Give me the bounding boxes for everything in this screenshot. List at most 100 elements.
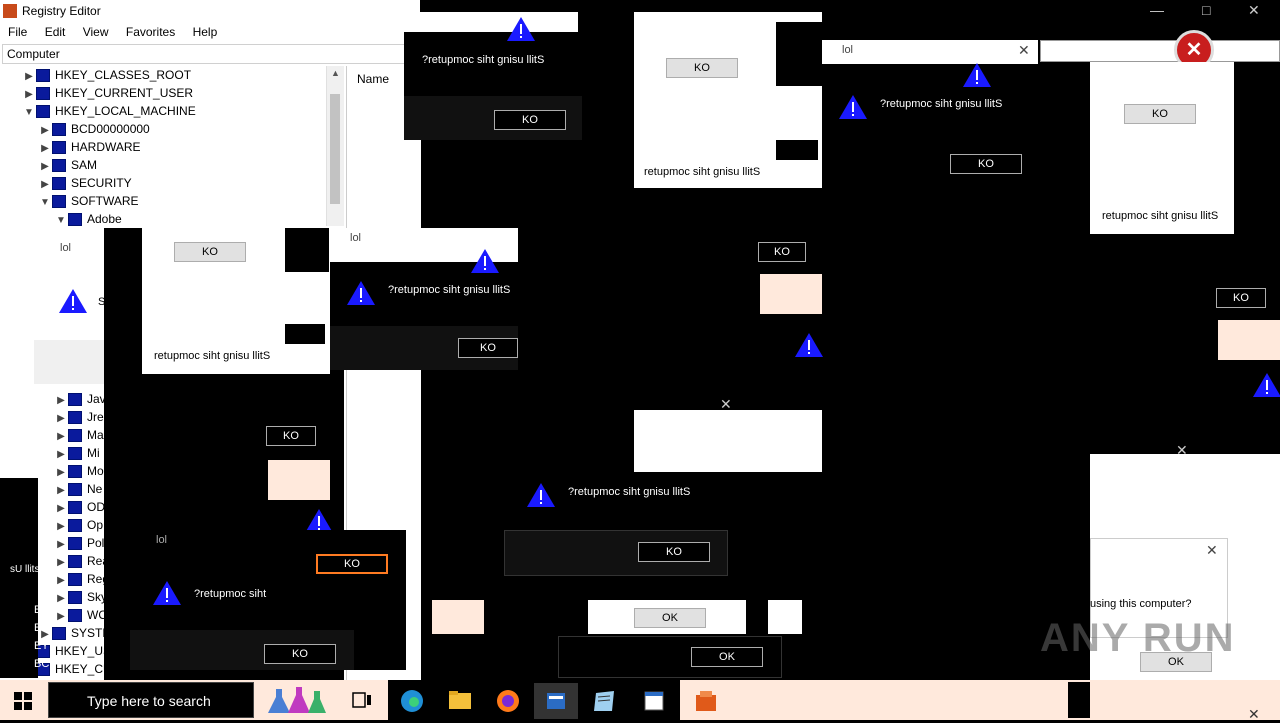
scroll-up-icon[interactable]: ▲	[331, 68, 340, 78]
tree-node-od[interactable]: ▶ OD	[54, 498, 105, 516]
folder-icon	[52, 177, 66, 191]
address-bar[interactable]: Computer	[2, 44, 420, 64]
dialog-13-ok-button[interactable]: OK	[691, 647, 763, 667]
taskbar-search-input[interactable]: Type here to search	[48, 682, 254, 718]
glitch-block	[1068, 682, 1090, 718]
dialog-4-message: retupmoc siht gnisu llitS	[1102, 210, 1219, 222]
firefox-icon[interactable]	[486, 683, 530, 719]
dialog-3-ko-button[interactable]: KO	[950, 154, 1022, 174]
tree-node-hkcu[interactable]: ▶ HKEY_CURRENT_USER	[22, 84, 193, 102]
menu-edit[interactable]: Edit	[45, 25, 66, 39]
maximize-icon[interactable]: □	[1202, 2, 1210, 18]
package-icon[interactable]	[684, 683, 728, 719]
tree-node-hklm[interactable]: ▼ HKEY_LOCAL_MACHINE	[22, 102, 196, 120]
registry-title: Registry Editor	[22, 4, 101, 18]
folder-icon	[52, 159, 66, 173]
dialog-3-message: ?retupmoc siht gnisu llitS	[880, 98, 1003, 110]
menu-view[interactable]: View	[83, 25, 109, 39]
glitch-block	[285, 324, 325, 344]
notepad-icon[interactable]	[582, 683, 626, 719]
tree-label: Mo	[87, 464, 104, 478]
tree-node-mo[interactable]: ▶ Mo	[54, 462, 104, 480]
stack-ko-button-1[interactable]: KO	[758, 242, 806, 262]
tree-node-ne[interactable]: ▶ Ne	[54, 480, 102, 498]
chevron-down-icon[interactable]: ▼	[38, 194, 52, 212]
dialog-13: OK	[558, 636, 782, 678]
dialog-7-message: ?retupmoc siht gnisu llitS	[388, 284, 511, 296]
flask-icon[interactable]	[256, 683, 336, 719]
close-icon[interactable]: ✕	[720, 396, 732, 413]
dialog-1-ko-button[interactable]: KO	[494, 110, 566, 130]
task-view-icon[interactable]	[340, 683, 384, 719]
dialog-11-message: ?retupmoc siht	[194, 588, 267, 600]
tree-node-jre[interactable]: ▶ Jre	[54, 408, 104, 426]
tree-label: Jre	[87, 410, 104, 424]
tree-node-bcd[interactable]: ▶ BCD00000000	[38, 120, 150, 138]
dialog-4b-ko-button[interactable]: KO	[1216, 288, 1266, 308]
folder-icon	[68, 213, 82, 227]
stack-ko-button-2[interactable]: KO	[266, 426, 316, 446]
registry-menu-bar: File Edit View Favorites Help	[0, 22, 420, 42]
tree-label: Mi	[87, 446, 100, 460]
tree-node-op[interactable]: ▶ Op	[54, 516, 103, 534]
menu-file[interactable]: File	[8, 25, 27, 39]
folder-icon	[68, 501, 82, 515]
scrollbar-thumb[interactable]	[330, 94, 340, 204]
tree-node-software[interactable]: ▼ SOFTWARE	[38, 192, 139, 210]
dialog-11-ko-button-focused[interactable]: KO	[316, 554, 388, 574]
fragment-ey-2: EY	[34, 622, 49, 634]
tree-node-hkcr[interactable]: ▶ HKEY_CLASSES_ROOT	[22, 66, 191, 84]
close-icon[interactable]: ✕	[1248, 706, 1260, 723]
registry-title-bar[interactable]: Registry Editor	[0, 0, 420, 22]
menu-help[interactable]: Help	[193, 25, 218, 39]
tree-label: SECURITY	[71, 176, 132, 190]
dialog-12-ok-button[interactable]: OK	[634, 608, 706, 628]
folder-icon	[68, 609, 82, 623]
dialog-7-ko-button[interactable]: KO	[458, 338, 518, 358]
menu-favorites[interactable]: Favorites	[126, 25, 175, 39]
folder-icon	[52, 123, 66, 137]
edge-icon[interactable]	[390, 683, 434, 719]
tree-node-security[interactable]: ▶ SECURITY	[38, 174, 132, 192]
tree-node-jav[interactable]: ▶ Jav	[54, 390, 106, 408]
chevron-down-icon[interactable]: ▼	[54, 212, 68, 230]
registry-taskbar-icon[interactable]	[534, 683, 578, 719]
dialog-11-ko-button[interactable]: KO	[264, 644, 336, 664]
tree-label: OD	[87, 500, 105, 514]
start-button[interactable]	[0, 680, 48, 720]
chevron-down-icon[interactable]: ▼	[22, 104, 36, 122]
tree-node-mi[interactable]: ▶ Mi	[54, 444, 100, 462]
fragment-ey-1: EY	[34, 604, 49, 616]
dialog-2-ko-button[interactable]: KO	[666, 58, 738, 78]
fragment-text: sU llits	[10, 564, 40, 575]
folder-icon	[68, 591, 82, 605]
tree-node-sam[interactable]: ▶ SAM	[38, 156, 97, 174]
column-header-name[interactable]: Name	[357, 72, 389, 86]
tree-label: Adobe	[87, 212, 122, 226]
folder-icon	[52, 141, 66, 155]
tree-node-hardware[interactable]: ▶ HARDWARE	[38, 138, 141, 156]
folder-icon	[52, 195, 66, 209]
close-icon[interactable]: ✕	[1248, 2, 1260, 19]
warning-icon	[527, 483, 555, 507]
tree-label: BCD00000000	[71, 122, 150, 136]
dialog-10-ko-button[interactable]: KO	[638, 542, 710, 562]
folder-icon	[68, 465, 82, 479]
tree-node-adobe[interactable]: ▼ Adobe	[54, 210, 122, 228]
close-icon[interactable]: ✕	[1018, 42, 1030, 59]
window-app-icon[interactable]	[632, 683, 676, 719]
dialog-3-title: lol	[842, 44, 854, 56]
tree-scrollbar[interactable]: ▲	[326, 66, 344, 226]
minimize-icon[interactable]: —	[1150, 2, 1164, 18]
warning-icon	[507, 17, 535, 41]
close-icon[interactable]: ✕	[1176, 442, 1188, 459]
dialog-6-ko-button[interactable]: KO	[174, 242, 246, 262]
dialog-4-ko-button[interactable]: KO	[1124, 104, 1196, 124]
close-icon[interactable]: ✕	[1206, 542, 1218, 559]
dialog-7: ?retupmoc siht gnisu llitS KO	[330, 262, 518, 370]
dialog-5-title: lol	[60, 242, 72, 254]
tree-label: HKEY_CURRENT_USER	[55, 86, 194, 100]
folder-icon[interactable]	[438, 683, 482, 719]
tree-node-ma[interactable]: ▶ Ma	[54, 426, 104, 444]
dialog-3: ?retupmoc siht gnisu llitS KO	[822, 76, 1090, 186]
